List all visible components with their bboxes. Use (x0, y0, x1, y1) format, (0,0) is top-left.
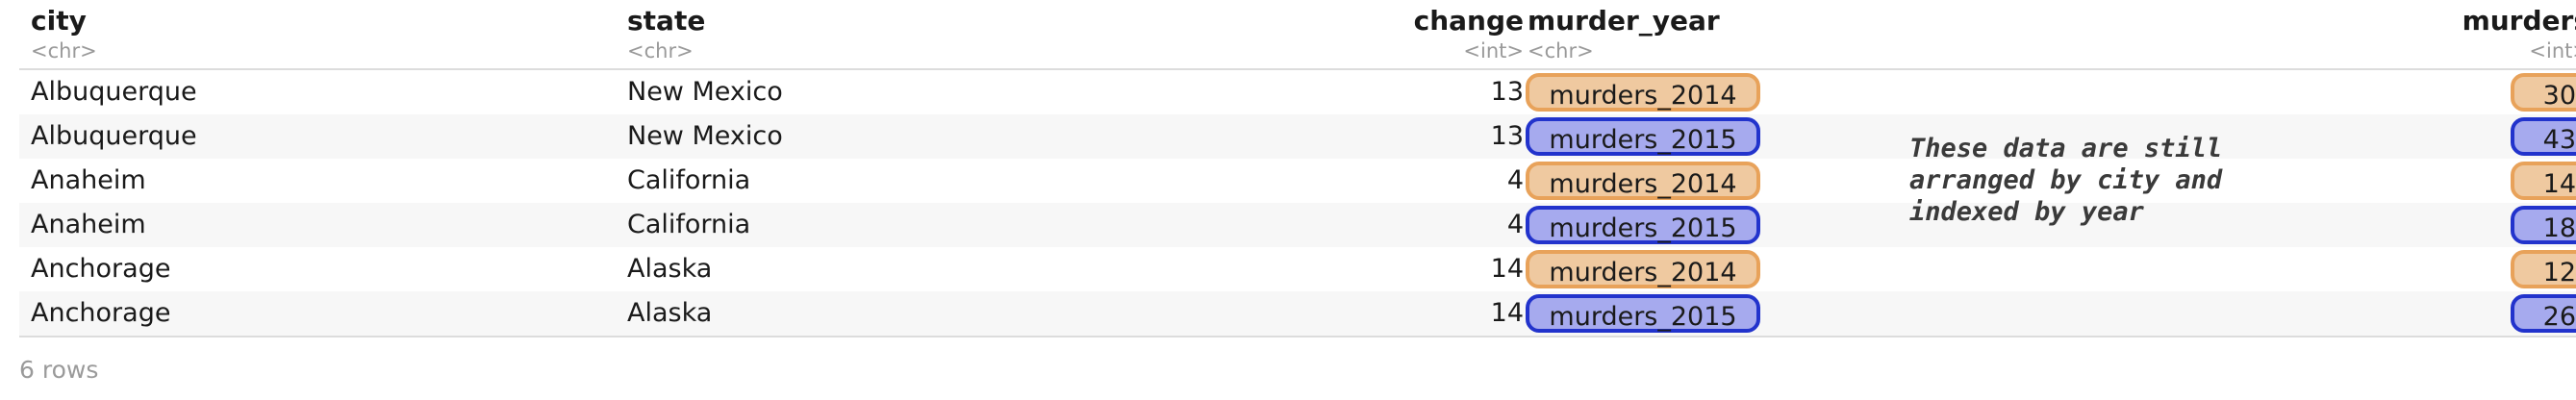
cell-change: 14 (1490, 254, 1524, 284)
cell-murders: 30 (2511, 73, 2576, 112)
col-type: <int> (2529, 39, 2576, 62)
col-name: state (627, 5, 706, 37)
cell-state: New Mexico (627, 121, 783, 151)
col-header-murder-year: murder_year <chr> (1528, 4, 1720, 63)
cell-city: Albuquerque (31, 121, 197, 151)
cell-state: Alaska (627, 298, 713, 328)
cell-murders: 26 (2511, 294, 2576, 333)
cell-city: Anchorage (31, 298, 171, 328)
col-type: <chr> (31, 39, 97, 62)
cell-change: 4 (1506, 210, 1524, 239)
col-name: change (1413, 5, 1524, 37)
col-header-change: change <int> (1366, 4, 1524, 63)
table-row: Anchorage Alaska 14 murders_2015 26 (19, 291, 2576, 338)
col-header-city: city <chr> (31, 4, 97, 63)
cell-change: 14 (1490, 298, 1524, 328)
cell-murder-year: murders_2014 (1526, 162, 1760, 200)
cell-city: Albuquerque (31, 77, 197, 107)
cell-change: 13 (1490, 121, 1524, 151)
col-header-state: state <chr> (627, 4, 705, 63)
cell-murder-year: murders_2014 (1526, 73, 1760, 112)
table-row: Albuquerque New Mexico 13 murders_2014 3… (19, 70, 2576, 114)
cell-murder-year: murders_2015 (1526, 117, 1760, 156)
col-name: city (31, 5, 87, 37)
col-name: murders (2462, 5, 2576, 37)
row-count: 6 rows (19, 356, 99, 384)
cell-murder-year: murders_2015 (1526, 206, 1760, 244)
cell-change: 4 (1506, 165, 1524, 195)
cell-city: Anaheim (31, 165, 146, 195)
annotation-text: These data are still arranged by city an… (1909, 134, 2223, 227)
cell-murders: 43 (2511, 117, 2576, 156)
col-name: murder_year (1528, 5, 1720, 37)
cell-state: Alaska (627, 254, 713, 284)
cell-city: Anaheim (31, 210, 146, 239)
cell-state: California (627, 210, 751, 239)
col-type: <chr> (1528, 39, 1594, 62)
cell-murders: 18 (2511, 206, 2576, 244)
col-header-murders: murders <int> (2403, 4, 2576, 63)
col-type: <chr> (627, 39, 694, 62)
cell-city: Anchorage (31, 254, 171, 284)
cell-state: New Mexico (627, 77, 783, 107)
col-type: <int> (1463, 39, 1524, 62)
cell-murder-year: murders_2015 (1526, 294, 1760, 333)
cell-murder-year: murders_2014 (1526, 250, 1760, 288)
cell-change: 13 (1490, 77, 1524, 107)
cell-murders: 12 (2511, 250, 2576, 288)
table-row: Anchorage Alaska 14 murders_2014 12 (19, 247, 2576, 291)
table-header: city <chr> state <chr> change <int> murd… (19, 0, 2576, 70)
cell-murders: 14 (2511, 162, 2576, 200)
cell-state: California (627, 165, 751, 195)
